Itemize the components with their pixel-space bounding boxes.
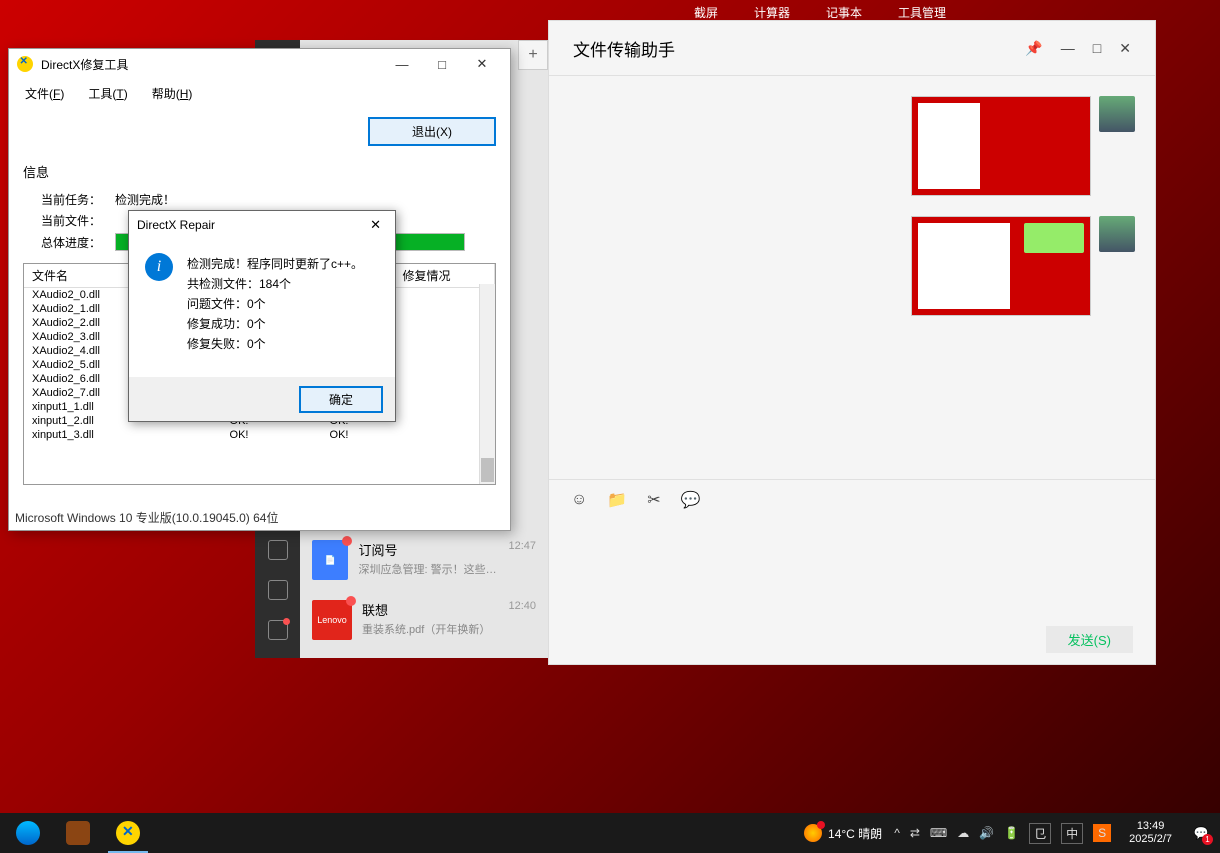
- tray-cloud-icon[interactable]: ☁: [957, 826, 969, 840]
- message-area[interactable]: [549, 76, 1155, 479]
- system-tray: ^ ⇄ ⌨ ☁ 🔊 🔋 㔾 中 S: [894, 823, 1111, 844]
- repair-dialog: DirectX Repair ✕ i 检测完成！程序同时更新了c++。 共检测文…: [128, 210, 396, 422]
- app-icon: [17, 56, 33, 72]
- message-image[interactable]: [911, 96, 1091, 196]
- input-toolbar: ☺ 📁 ✂ 💬: [549, 479, 1155, 519]
- avatar[interactable]: [1099, 216, 1135, 252]
- message-input[interactable]: [549, 519, 1155, 614]
- folder-icon[interactable]: 📁: [607, 490, 627, 510]
- clock-time: 13:49: [1129, 820, 1172, 833]
- sidebar-menu-icon[interactable]: [268, 620, 288, 640]
- scissors-icon[interactable]: ✂: [647, 490, 660, 510]
- clock-date: 2025/2/7: [1129, 833, 1172, 846]
- chat-title: 文件传输助手: [573, 36, 675, 61]
- chat-item-lenovo[interactable]: Lenovo 联想 重装系统.pdf（开年换新） 12:40: [300, 590, 548, 650]
- chat-icon[interactable]: 💬: [681, 490, 701, 510]
- chat-time: 12:40: [508, 600, 536, 640]
- taskbar-app-2[interactable]: [54, 813, 102, 853]
- menu-help[interactable]: 帮助(H): [152, 85, 193, 102]
- task-value: 检测完成！: [115, 191, 175, 208]
- dialog-title: DirectX Repair: [137, 218, 215, 232]
- tray-sync-icon[interactable]: ⇄: [910, 826, 920, 840]
- table-row[interactable]: xinput1_3.dllOK!OK!: [24, 428, 495, 442]
- maximize-button[interactable]: □: [422, 50, 462, 78]
- tray-chevron-icon[interactable]: ^: [894, 826, 900, 840]
- taskbar-app-directx[interactable]: ✕: [104, 813, 152, 853]
- avatar-lenovo: Lenovo: [312, 600, 352, 640]
- tray-battery-icon[interactable]: 🔋: [1004, 826, 1019, 840]
- ime-indicator-1[interactable]: 㔾: [1029, 823, 1051, 844]
- weather-widget[interactable]: 14°C 晴朗: [804, 824, 882, 842]
- menu-tool[interactable]: 工具(T): [88, 85, 127, 102]
- notification-icon[interactable]: 💬: [1190, 822, 1212, 844]
- scrollbar-thumb[interactable]: [481, 458, 494, 482]
- close-button[interactable]: ✕: [1119, 40, 1131, 57]
- menubar: 文件(F) 工具(T) 帮助(H): [9, 79, 510, 107]
- chat-time: 12:47: [508, 540, 536, 580]
- tray-volume-icon[interactable]: 🔊: [979, 826, 994, 840]
- taskbar-app-1[interactable]: [4, 813, 52, 853]
- taskbar: ✕ 14°C 晴朗 ^ ⇄ ⌨ ☁ 🔊 🔋 㔾 中 S 13:49 2025/2…: [0, 813, 1220, 853]
- avatar-subscription: 📄: [312, 540, 348, 580]
- sun-icon: [804, 824, 822, 842]
- chat-preview: 重装系统.pdf（开年换新）: [362, 621, 498, 637]
- minimize-button[interactable]: —: [1061, 40, 1075, 57]
- progress-label: 总体进度：: [41, 234, 101, 251]
- message-row: [911, 96, 1135, 196]
- status-bar: Microsoft Windows 10 专业版(10.0.19045.0) 6…: [15, 509, 278, 526]
- maximize-button[interactable]: □: [1093, 40, 1101, 57]
- chat-name: 联想: [362, 600, 498, 619]
- message-row: [911, 216, 1135, 316]
- send-button[interactable]: 发送(S): [1046, 626, 1133, 653]
- titlebar[interactable]: DirectX修复工具 — □ ✕: [9, 49, 510, 79]
- wechat-add-button[interactable]: +: [518, 40, 548, 70]
- emoji-icon[interactable]: ☺: [571, 491, 587, 509]
- chat-preview: 深圳应急管理: 警示！这些事...: [358, 561, 498, 577]
- chat-item-subscription[interactable]: 📄 订阅号 深圳应急管理: 警示！这些事... 12:47: [300, 530, 548, 590]
- ok-button[interactable]: 确定: [299, 386, 383, 413]
- task-label: 当前任务：: [41, 191, 101, 208]
- ime-sogou-icon[interactable]: S: [1093, 824, 1111, 842]
- ime-indicator-2[interactable]: 中: [1061, 823, 1083, 844]
- dialog-text: 检测完成！程序同时更新了c++。 共检测文件：184个 问题文件：0个 修复成功…: [187, 253, 363, 355]
- pin-icon[interactable]: 📌: [1025, 40, 1042, 57]
- minimize-button[interactable]: —: [382, 50, 422, 78]
- weather-text: 14°C 晴朗: [828, 825, 882, 842]
- tray-keyboard-icon[interactable]: ⌨: [930, 826, 947, 840]
- menu-file[interactable]: 文件(F): [25, 85, 64, 102]
- chat-name: 订阅号: [358, 540, 498, 559]
- close-button[interactable]: ✕: [462, 50, 502, 78]
- wechat-chat-panel: 文件传输助手 📌 — □ ✕ ☺ 📁 ✂ 💬 发送(S): [548, 20, 1156, 665]
- info-icon: i: [145, 253, 173, 281]
- sidebar-music-icon[interactable]: [268, 540, 288, 560]
- dialog-close-button[interactable]: ✕: [364, 217, 387, 233]
- scrollbar[interactable]: [479, 284, 495, 484]
- message-image[interactable]: [911, 216, 1091, 316]
- info-label: 信息: [23, 162, 496, 181]
- file-label: 当前文件：: [41, 212, 101, 229]
- clock[interactable]: 13:49 2025/2/7: [1123, 820, 1178, 846]
- avatar[interactable]: [1099, 96, 1135, 132]
- window-title: DirectX修复工具: [41, 56, 374, 73]
- sidebar-phone-icon[interactable]: [268, 580, 288, 600]
- exit-button[interactable]: 退出(X): [368, 117, 496, 146]
